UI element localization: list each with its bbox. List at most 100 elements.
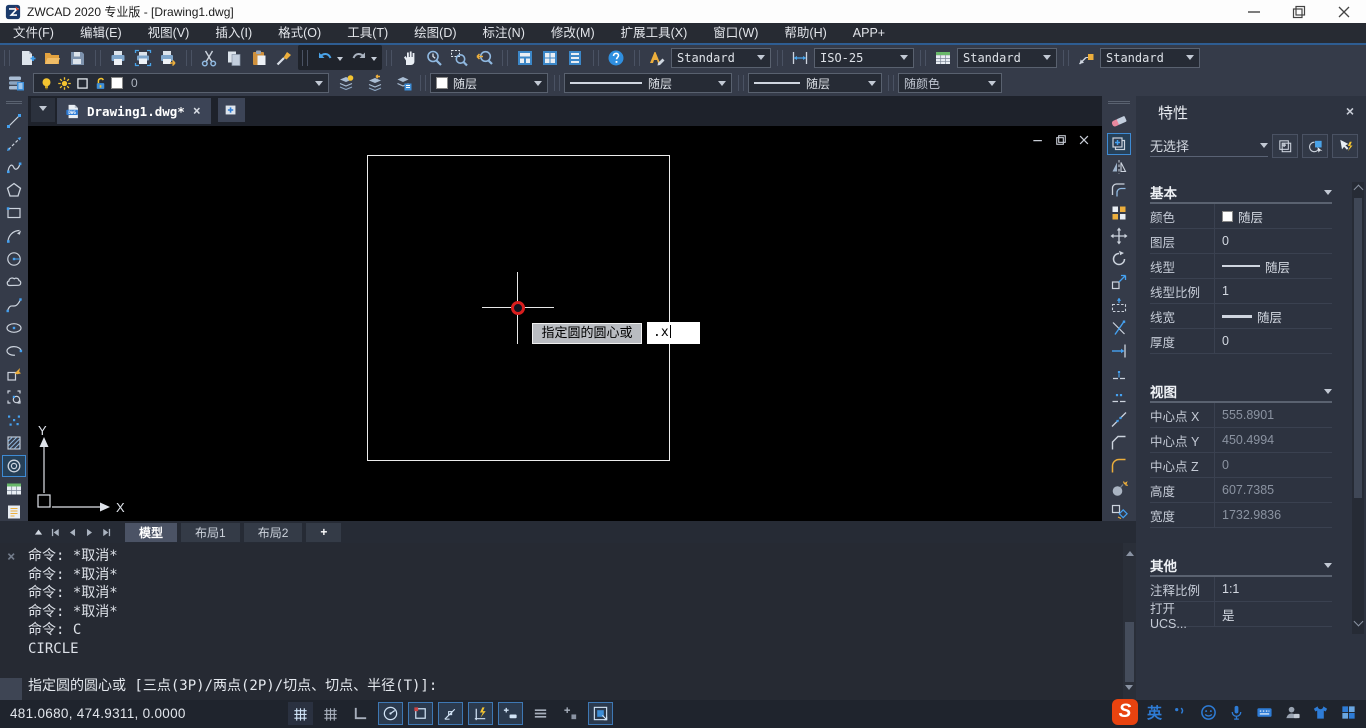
text-style-combo[interactable]: Standard bbox=[671, 48, 771, 68]
unlock-icon[interactable] bbox=[93, 76, 108, 91]
chevron-down-icon[interactable] bbox=[718, 81, 726, 90]
chevron-down-icon[interactable] bbox=[900, 55, 908, 64]
chevron-down-icon[interactable] bbox=[988, 81, 996, 90]
menu-item-4[interactable]: 格式(O) bbox=[265, 23, 334, 43]
spline-tool[interactable] bbox=[2, 294, 26, 316]
toolbar-grip[interactable] bbox=[6, 101, 22, 104]
polar-tracking-toggle[interactable] bbox=[378, 702, 403, 725]
break-at-point-tool[interactable] bbox=[1107, 363, 1131, 385]
sogou-logo-icon[interactable]: S bbox=[1112, 699, 1138, 725]
menu-item-12[interactable]: APP+ bbox=[840, 23, 898, 43]
snap-mode-toggle[interactable] bbox=[318, 702, 343, 725]
new-file-button[interactable] bbox=[14, 47, 39, 69]
join-tool[interactable] bbox=[1107, 409, 1131, 431]
property-value[interactable]: 随层 bbox=[1214, 204, 1332, 228]
scrollbar-thumb[interactable] bbox=[1125, 622, 1134, 682]
section-header-基本[interactable]: 基本 bbox=[1150, 182, 1332, 204]
mleader-style-icon[interactable] bbox=[1073, 47, 1098, 69]
property-value[interactable]: 607.7385 bbox=[1214, 478, 1332, 502]
property-value[interactable]: 随层 bbox=[1214, 304, 1332, 328]
menu-item-8[interactable]: 修改(M) bbox=[538, 23, 608, 43]
save-button[interactable] bbox=[64, 47, 89, 69]
menu-item-6[interactable]: 绘图(D) bbox=[401, 23, 469, 43]
collapse-icon[interactable] bbox=[1324, 190, 1332, 199]
redo-button[interactable] bbox=[346, 47, 371, 69]
tool-palettes-button[interactable] bbox=[562, 47, 587, 69]
freeze-sun-icon[interactable] bbox=[57, 76, 72, 91]
layout-tab-布局2[interactable]: 布局2 bbox=[244, 523, 303, 542]
tracking-toggle[interactable] bbox=[558, 702, 583, 725]
drawing-canvas[interactable]: 指定圆的圆心或 .x Y X bbox=[28, 126, 1102, 521]
mdi-restore-icon[interactable] bbox=[1053, 132, 1069, 148]
layer-states-button[interactable] bbox=[391, 72, 416, 94]
menu-item-9[interactable]: 扩展工具(X) bbox=[608, 23, 701, 43]
property-value[interactable]: 555.8901 bbox=[1214, 403, 1332, 427]
help-button[interactable] bbox=[603, 47, 628, 69]
property-value[interactable]: 1 bbox=[1214, 279, 1332, 303]
prev-tab-icon[interactable] bbox=[64, 523, 81, 541]
clean-screen-toggle[interactable] bbox=[588, 702, 613, 725]
chevron-down-icon[interactable] bbox=[534, 81, 542, 90]
scroll-up-icon[interactable] bbox=[1126, 547, 1134, 556]
ellipse-tool[interactable] bbox=[2, 317, 26, 339]
point-tool[interactable] bbox=[2, 409, 26, 431]
undo-button[interactable] bbox=[312, 47, 337, 69]
table-tool[interactable] bbox=[2, 478, 26, 500]
toolbox-icon[interactable] bbox=[1339, 703, 1358, 722]
chevron-down-icon[interactable] bbox=[315, 81, 323, 90]
layout-tab-模型[interactable]: 模型 bbox=[125, 523, 177, 542]
table-style-icon[interactable] bbox=[930, 47, 955, 69]
document-tab[interactable]: DWG Drawing1.dwg* × bbox=[57, 98, 211, 124]
layer-dropdown[interactable]: 0 bbox=[33, 73, 329, 93]
restore-icon[interactable] bbox=[1276, 0, 1321, 23]
trim-tool[interactable] bbox=[1107, 317, 1131, 339]
stretch-tool[interactable] bbox=[1107, 294, 1131, 316]
make-current-button[interactable] bbox=[333, 72, 358, 94]
table-style-combo[interactable]: Standard bbox=[957, 48, 1057, 68]
design-center-button[interactable] bbox=[537, 47, 562, 69]
mdi-close-icon[interactable] bbox=[1076, 132, 1092, 148]
dynamic-input-toggle[interactable] bbox=[468, 702, 493, 725]
layout-tab-布局1[interactable]: 布局1 bbox=[181, 523, 240, 542]
linetype-combo[interactable]: 随层 bbox=[564, 73, 732, 93]
dim-style-icon[interactable] bbox=[787, 47, 812, 69]
select-objects-button[interactable] bbox=[1302, 134, 1328, 158]
property-value[interactable]: 450.4994 bbox=[1214, 428, 1332, 452]
fillet-tool[interactable] bbox=[1107, 455, 1131, 477]
property-value[interactable]: 0 bbox=[1214, 329, 1332, 353]
arc-tool[interactable] bbox=[2, 225, 26, 247]
open-folder-button[interactable] bbox=[39, 47, 64, 69]
layers-manager-button[interactable] bbox=[3, 72, 28, 94]
menu-item-0[interactable]: 文件(F) bbox=[0, 23, 67, 43]
command-window[interactable]: × 命令: *取消*命令: *取消*命令: *取消*命令: *取消*命令: CC… bbox=[0, 543, 1136, 700]
property-value[interactable]: 是 bbox=[1214, 602, 1332, 626]
text-style-icon[interactable] bbox=[644, 47, 669, 69]
donut-tool[interactable] bbox=[2, 455, 26, 477]
properties-close-icon[interactable]: × bbox=[1346, 103, 1354, 119]
make-block-tool[interactable] bbox=[2, 386, 26, 408]
offset-tool[interactable] bbox=[1107, 179, 1131, 201]
mdi-minimize-icon[interactable] bbox=[1030, 132, 1046, 148]
properties-palette-button[interactable] bbox=[512, 47, 537, 69]
property-value[interactable]: 1:1 bbox=[1214, 577, 1332, 601]
bulb-icon[interactable] bbox=[39, 76, 54, 91]
ime-mode-indicator[interactable]: 英 bbox=[1147, 702, 1162, 723]
layer-previous-button[interactable] bbox=[362, 72, 387, 94]
erase-tool[interactable] bbox=[1107, 110, 1131, 132]
scale-tool[interactable] bbox=[1107, 271, 1131, 293]
command-resize-grip[interactable] bbox=[0, 678, 22, 700]
scroll-down-icon[interactable] bbox=[1125, 685, 1133, 694]
rotate-tool[interactable] bbox=[1107, 248, 1131, 270]
collapse-icon[interactable] bbox=[1324, 389, 1332, 398]
minimize-icon[interactable] bbox=[1231, 0, 1276, 23]
print-button[interactable] bbox=[105, 47, 130, 69]
object-snap-tracking-toggle[interactable] bbox=[438, 702, 463, 725]
chevron-down-icon[interactable] bbox=[868, 81, 876, 90]
menu-item-5[interactable]: 工具(T) bbox=[334, 23, 401, 43]
tab-close-icon[interactable]: × bbox=[191, 104, 203, 119]
mleader-style-combo[interactable]: Standard bbox=[1100, 48, 1200, 68]
chamfer-tool[interactable] bbox=[1107, 432, 1131, 454]
rectangle-tool[interactable] bbox=[2, 202, 26, 224]
command-close-icon[interactable]: × bbox=[7, 549, 15, 565]
construction-line-tool[interactable] bbox=[2, 133, 26, 155]
